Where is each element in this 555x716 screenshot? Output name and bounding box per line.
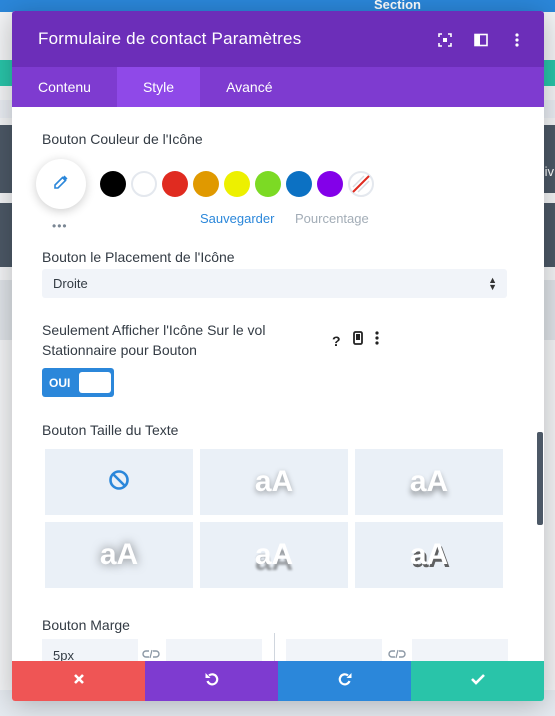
save-color-link[interactable]: Sauvegarder	[200, 211, 274, 226]
hover-icon-label: Seulement Afficher l'Icône Sur le vol St…	[42, 322, 266, 358]
select-arrows-icon: ▲ ▼	[488, 275, 497, 292]
redo-button[interactable]	[278, 661, 411, 701]
background-block	[0, 125, 12, 193]
background-block	[544, 203, 555, 267]
background-block	[544, 125, 555, 193]
tab-contenu[interactable]: Contenu	[12, 67, 117, 107]
margin-label: Bouton Marge	[42, 617, 130, 633]
divider	[274, 633, 275, 662]
option-more-icon[interactable]	[374, 331, 379, 350]
modal-title: Formulaire de contact Paramètres	[38, 29, 302, 48]
split-view-icon[interactable]	[472, 31, 490, 49]
color-swatch-black[interactable]	[100, 171, 126, 197]
tab-bar: Contenu Style Avancé	[12, 67, 544, 107]
tab-avance[interactable]: Avancé	[200, 67, 298, 107]
margin-top-input[interactable]: 5px	[42, 639, 138, 662]
icon-placement-select[interactable]: Droite ▲ ▼	[42, 269, 507, 298]
background-block	[0, 60, 12, 86]
text-shadow-preset[interactable]: aA	[200, 522, 348, 588]
color-swatch-white[interactable]	[131, 171, 157, 197]
check-icon	[470, 672, 486, 690]
settings-body: Bouton Couleur de l'Icône ••• Sauvegarde…	[12, 107, 544, 662]
text-shadow-preset-none[interactable]	[45, 449, 193, 515]
undo-icon	[204, 671, 220, 692]
background-block	[0, 280, 12, 340]
text-shadow-preset[interactable]: aA	[45, 522, 193, 588]
tab-style[interactable]: Style	[116, 67, 201, 107]
background-text: iv	[544, 164, 554, 179]
color-swatch-yellow[interactable]	[224, 171, 250, 197]
close-icon	[73, 672, 85, 690]
margin-right-input[interactable]	[412, 639, 508, 662]
text-shadow-preset[interactable]: aA	[355, 522, 503, 588]
eyedropper-button[interactable]	[36, 159, 86, 209]
background-block	[544, 60, 555, 86]
undo-button[interactable]	[145, 661, 278, 701]
swatch-list	[100, 171, 374, 197]
icon-color-label: Bouton Couleur de l'Icône	[42, 131, 203, 147]
no-shadow-icon	[108, 465, 130, 499]
expand-icon[interactable]	[436, 31, 454, 49]
margin-bottom-input[interactable]	[166, 639, 262, 662]
toggle-knob	[79, 372, 112, 393]
header-icons	[436, 31, 526, 49]
percentage-link[interactable]: Pourcentage	[295, 211, 369, 226]
modal-header[interactable]: Formulaire de contact Paramètres	[12, 11, 544, 67]
toggle-label: OUI	[49, 375, 71, 390]
color-picker-row	[36, 159, 374, 209]
redo-icon	[337, 671, 353, 692]
mobile-icon[interactable]	[352, 331, 363, 350]
settings-modal: Formulaire de contact Paramètres Contenu…	[12, 11, 544, 701]
cancel-button[interactable]	[12, 661, 145, 701]
color-swatch-purple[interactable]	[317, 171, 343, 197]
color-swatch-none[interactable]	[348, 171, 374, 197]
text-shadow-preset-grid: aA aA aA aA aA	[45, 449, 504, 588]
icon-placement-label: Bouton le Placement de l'Icône	[42, 249, 235, 265]
text-size-label: Bouton Taille du Texte	[42, 422, 179, 438]
icon-placement-value: Droite	[53, 276, 88, 291]
option-icons: ?	[332, 331, 379, 350]
margin-inputs: 5px	[42, 633, 512, 662]
modal-footer	[12, 661, 544, 701]
save-button[interactable]	[411, 661, 544, 701]
background-block	[544, 280, 555, 340]
more-vertical-icon[interactable]	[508, 31, 526, 49]
margin-left-input[interactable]	[286, 639, 382, 662]
color-swatch-red[interactable]	[162, 171, 188, 197]
hover-icon-toggle[interactable]: OUI	[42, 368, 114, 397]
color-swatch-green[interactable]	[255, 171, 281, 197]
color-swatch-orange[interactable]	[193, 171, 219, 197]
scrollbar[interactable]	[537, 432, 543, 525]
help-icon[interactable]: ?	[332, 333, 341, 349]
color-swatch-blue[interactable]	[286, 171, 312, 197]
eyedropper-icon	[52, 173, 70, 196]
text-shadow-preset[interactable]: aA	[355, 449, 503, 515]
text-shadow-preset[interactable]: aA	[200, 449, 348, 515]
more-colors-button[interactable]: •••	[52, 219, 68, 233]
background-block	[0, 203, 12, 267]
